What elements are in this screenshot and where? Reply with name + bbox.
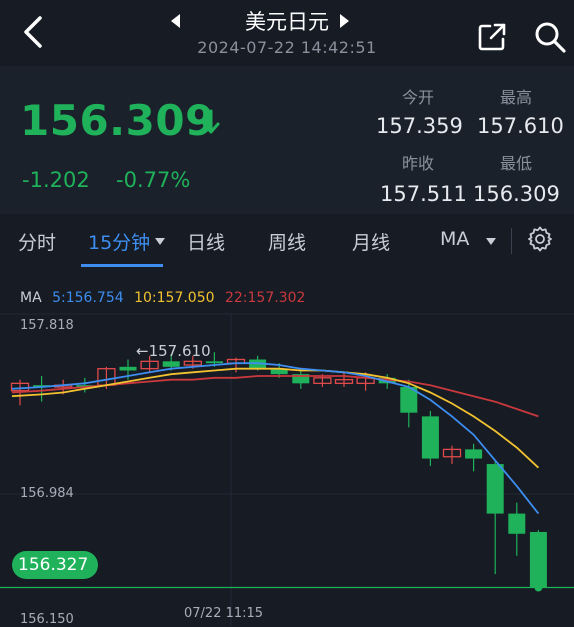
high-annotation: ←157.610 bbox=[136, 342, 211, 360]
candle-body bbox=[486, 464, 504, 514]
current-price-dot bbox=[534, 583, 543, 592]
next-symbol-icon[interactable] bbox=[336, 10, 352, 32]
share-icon[interactable] bbox=[477, 22, 507, 52]
current-price-badge: 156.327 bbox=[12, 551, 98, 579]
low-value: 156.309 bbox=[473, 182, 560, 206]
tab-15min[interactable]: 15分钟 bbox=[88, 228, 150, 255]
high-label: 最高 bbox=[500, 88, 533, 107]
search-icon[interactable] bbox=[533, 20, 567, 54]
candle-body bbox=[421, 416, 439, 459]
tab-monthly[interactable]: 月线 bbox=[352, 228, 390, 255]
indicator-select[interactable]: MA bbox=[440, 228, 469, 250]
x-tick-label: 07/22 11:15 bbox=[184, 606, 264, 621]
high-value: 157.610 bbox=[477, 114, 564, 138]
y-tick-label: 156.150 bbox=[20, 612, 74, 627]
open-label: 今开 bbox=[402, 88, 435, 107]
chevron-down-icon[interactable] bbox=[155, 238, 165, 245]
gear-icon[interactable] bbox=[527, 226, 553, 252]
prev-close-label: 昨收 bbox=[402, 154, 435, 173]
candle-body bbox=[205, 361, 223, 364]
chevron-down-icon[interactable] bbox=[486, 238, 496, 245]
open-value: 157.359 bbox=[376, 114, 463, 138]
price-change: -1.202 bbox=[22, 168, 90, 192]
candle-body bbox=[465, 449, 483, 459]
period-tabs: 分时 15分钟 日线 周线 月线 MA bbox=[0, 214, 574, 269]
divider bbox=[511, 228, 512, 254]
tab-weekly[interactable]: 周线 bbox=[268, 228, 306, 255]
active-tab-indicator bbox=[81, 264, 163, 267]
price-change-percent: -0.77% bbox=[116, 168, 191, 192]
y-tick-label: 157.818 bbox=[20, 318, 74, 333]
low-label: 最低 bbox=[500, 154, 533, 173]
y-tick-label: 156.984 bbox=[20, 486, 74, 501]
down-arrow-icon bbox=[202, 109, 220, 134]
ma10-line bbox=[11, 367, 540, 469]
tab-intraday[interactable]: 分时 bbox=[18, 228, 56, 255]
tab-daily[interactable]: 日线 bbox=[187, 228, 225, 255]
candle-body bbox=[162, 361, 180, 367]
prev-close-value: 157.511 bbox=[380, 182, 467, 206]
quote-panel: 156.309 -1.202 -0.77% 今开 最高 157.359 157.… bbox=[0, 66, 574, 214]
top-bar: 美元日元 2024-07-22 14:42:51 bbox=[0, 0, 574, 66]
last-price: 156.309 bbox=[20, 96, 215, 145]
high-annotation-value: 157.610 bbox=[148, 342, 211, 360]
page-title: 美元日元 bbox=[245, 10, 329, 34]
candle-body bbox=[119, 366, 137, 371]
candle-body bbox=[529, 531, 547, 587]
candle-body bbox=[508, 513, 526, 534]
